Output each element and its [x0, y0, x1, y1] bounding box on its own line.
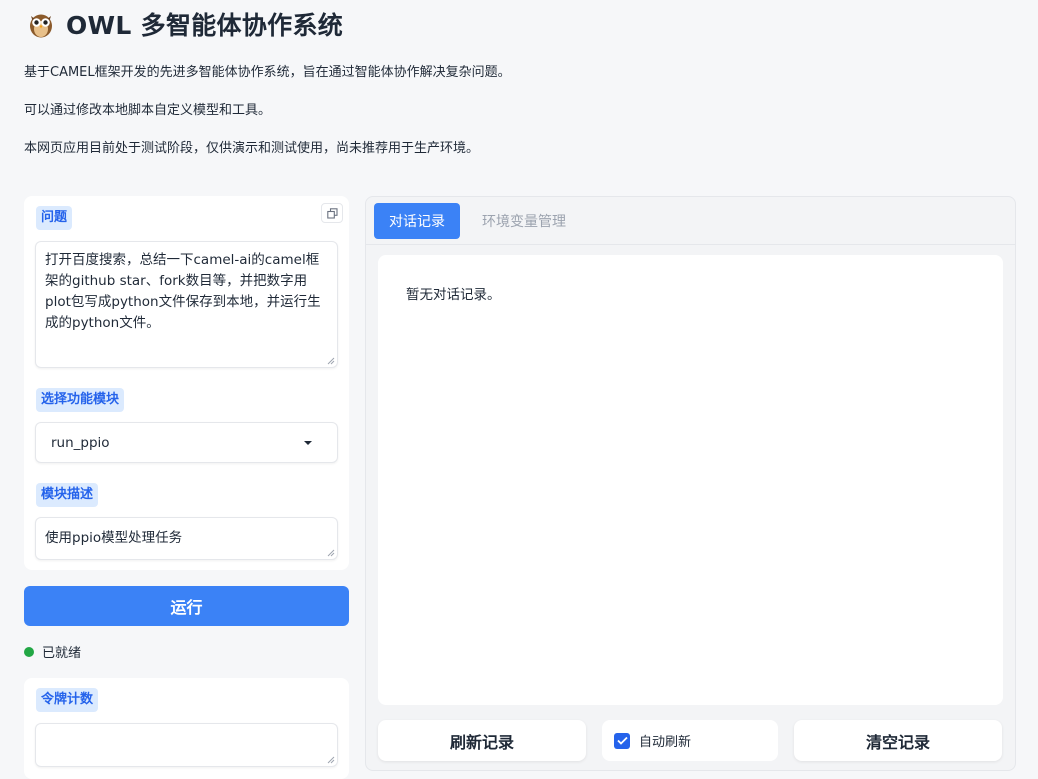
copy-button[interactable] — [321, 203, 343, 223]
copy-icon — [326, 207, 338, 219]
auto-refresh-label: 自动刷新 — [639, 735, 692, 750]
tab-bar: 对话记录 环境变量管理 — [366, 197, 1015, 245]
module-desc-field[interactable]: 使用ppio模型处理任务 — [35, 517, 338, 560]
resize-handle-icon[interactable] — [327, 549, 335, 557]
module-label: 选择功能模块 — [36, 388, 125, 412]
description-line-2: 可以通过修改本地脚本自定义模型和工具。 — [24, 103, 272, 118]
token-count-panel: 令牌计数 — [24, 678, 349, 779]
owl-emoji-icon — [30, 14, 52, 38]
resize-handle-icon[interactable] — [327, 357, 335, 365]
module-desc-text: 使用ppio模型处理任务 — [45, 530, 183, 546]
app-header: OWL 多智能体协作系统 — [28, 6, 343, 42]
status-text: 已就绪 — [42, 646, 82, 661]
run-button[interactable]: 运行 — [24, 586, 349, 626]
chat-empty-message: 暂无对话记录。 — [406, 287, 501, 303]
chat-log-area: 暂无对话记录。 — [378, 255, 1003, 705]
status-indicator: 已就绪 — [24, 642, 81, 661]
token-count-label: 令牌计数 — [36, 688, 99, 712]
refresh-log-button[interactable]: 刷新记录 — [378, 720, 586, 761]
question-text: 打开百度搜索，总结一下camel-ai的camel框架的github star、… — [45, 252, 321, 331]
page-title: OWL 多智能体协作系统 — [66, 11, 344, 40]
checkbox-checked-icon[interactable] — [614, 732, 630, 749]
module-selected-value: run_ppio — [51, 434, 110, 451]
input-panel: 问题 打开百度搜索，总结一下camel-ai的camel框架的github st… — [24, 196, 349, 570]
conversation-panel: 对话记录 环境变量管理 暂无对话记录。 刷新记录 自动刷新 清空记录 — [365, 196, 1016, 771]
question-input[interactable]: 打开百度搜索，总结一下camel-ai的camel框架的github star、… — [35, 241, 338, 368]
module-desc-label: 模块描述 — [36, 483, 99, 507]
description-line-1: 基于CAMEL框架开发的先进多智能体协作系统，旨在通过智能体协作解决复杂问题。 — [24, 65, 511, 80]
auto-refresh-toggle[interactable]: 自动刷新 — [602, 720, 778, 761]
resize-handle-icon[interactable] — [327, 756, 335, 764]
tab-env-variables[interactable]: 环境变量管理 — [474, 203, 574, 239]
module-select[interactable]: run_ppio — [35, 422, 338, 463]
chevron-down-icon — [304, 440, 312, 445]
clear-log-button[interactable]: 清空记录 — [794, 720, 1002, 761]
question-label: 问题 — [36, 206, 73, 230]
description-line-3: 本网页应用目前处于测试阶段，仅供演示和测试使用，尚未推荐用于生产环境。 — [24, 141, 480, 156]
token-count-field[interactable] — [35, 723, 338, 767]
status-dot-icon — [24, 646, 34, 657]
tab-conversation-log[interactable]: 对话记录 — [374, 203, 460, 239]
